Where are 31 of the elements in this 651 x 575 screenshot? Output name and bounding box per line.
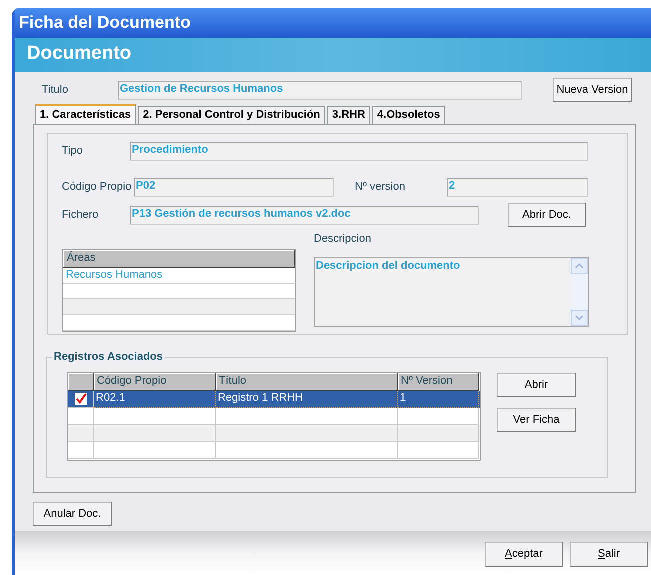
field-label: Fichero xyxy=(62,208,100,223)
scroll-down-icon[interactable] xyxy=(571,310,588,326)
dialog-button[interactable]: Salir xyxy=(570,542,648,567)
tab[interactable]: 1. Características xyxy=(35,104,136,124)
record-button[interactable]: Ver Ficha xyxy=(497,408,576,432)
column-header[interactable]: Título xyxy=(216,373,398,391)
new-version-button[interactable]: Nueva Version xyxy=(553,78,632,102)
field-label: Titulo xyxy=(42,82,70,98)
field-label: Tipo xyxy=(62,144,84,160)
field-label: Código Propio xyxy=(62,180,133,196)
scrollbar[interactable] xyxy=(571,258,588,326)
record-button[interactable]: Abrir xyxy=(497,373,576,397)
open-doc-button[interactable]: Abrir Doc. xyxy=(508,203,586,227)
description-text: Descripcion del documento xyxy=(315,259,462,274)
dialog-button[interactable]: Aceptar xyxy=(485,542,563,567)
field-label: Nº version xyxy=(355,180,406,196)
group-title: Registros Asociados xyxy=(52,350,166,364)
tab[interactable]: 4.Obsoletos xyxy=(372,106,446,124)
areas-list[interactable]: Áreas Recursos Humanos xyxy=(62,249,296,332)
banner: Documento xyxy=(15,38,651,72)
column-header[interactable]: Nº Version xyxy=(398,373,479,391)
void-doc-button[interactable]: Anular Doc. xyxy=(33,502,112,526)
checkbox[interactable] xyxy=(74,393,86,405)
tab[interactable]: 2. Personal Control y Distribución xyxy=(138,106,326,124)
window-title: Ficha del Documento xyxy=(15,8,651,38)
table-row[interactable]: R02.1 Registro 1 RRHH 1 xyxy=(68,391,480,408)
scroll-up-icon[interactable] xyxy=(571,258,588,274)
column-header[interactable]: Áreas xyxy=(63,250,295,268)
tab[interactable]: 3.RHR xyxy=(327,106,370,124)
field-label: Descripcion xyxy=(314,232,372,247)
column-header[interactable]: Código Propio xyxy=(94,373,216,391)
